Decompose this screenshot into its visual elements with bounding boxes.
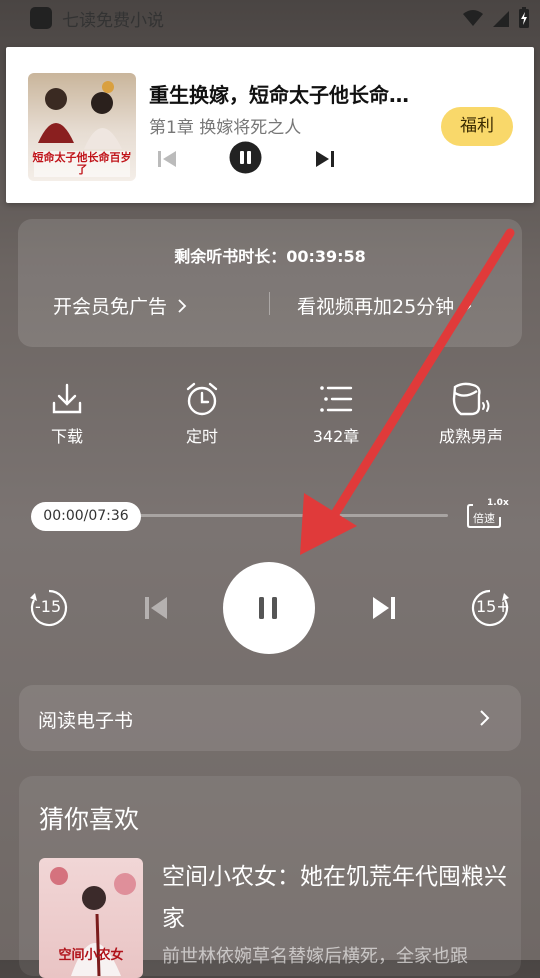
recommend-section: 猜你喜欢 空间小农女 空间小农女：她在饥荒年代囤粮兴家 前世林依婉草名替嫁后横死… bbox=[19, 776, 521, 978]
download-button[interactable]: 下载 bbox=[17, 381, 117, 447]
timer-button[interactable]: 定时 bbox=[152, 381, 252, 447]
listening-time-card: 剩余听书时长：00:39:58 开会员免广告 看视频再加25分钟 bbox=[18, 219, 522, 347]
rewind-label: -15 bbox=[35, 597, 62, 616]
tool-label: 下载 bbox=[50, 427, 83, 446]
tool-label: 成熟男声 bbox=[438, 427, 503, 446]
status-app-name: 七读免费小说 bbox=[62, 11, 164, 31]
chevron-right-icon bbox=[480, 710, 490, 726]
recommend-book-desc: 前世林依婉草名替嫁后横死，全家也跟 bbox=[162, 946, 468, 967]
read-ebook-row[interactable]: 阅读电子书 bbox=[19, 685, 521, 751]
previous-chapter-icon[interactable] bbox=[143, 595, 169, 621]
wifi-icon bbox=[463, 10, 483, 26]
rewind-15-button[interactable]: -15 bbox=[28, 587, 70, 629]
download-icon bbox=[52, 383, 82, 414]
recommend-title: 猜你喜欢 bbox=[39, 805, 140, 834]
watch-video-link[interactable]: 看视频再加25分钟 bbox=[297, 292, 472, 319]
next-chapter-icon[interactable] bbox=[371, 595, 397, 621]
forward-label: 15+ bbox=[476, 597, 510, 616]
rewind-seconds: 15 bbox=[40, 597, 62, 616]
mini-player[interactable]: 短命太子他长命百岁了 重生换嫁，短命太子他长命… 第1章 换嫁将死之人 福利 bbox=[6, 47, 534, 203]
vip-divider bbox=[269, 292, 270, 315]
mini-book-title: 重生换嫁，短命太子他长命… bbox=[149, 83, 409, 107]
mini-chapter: 第1章 换嫁将死之人 bbox=[149, 118, 302, 138]
voice-button[interactable]: 成熟男声 bbox=[421, 381, 521, 447]
voice-icon bbox=[452, 382, 490, 416]
read-ebook-label: 阅读电子书 bbox=[38, 710, 134, 732]
progress-bar[interactable] bbox=[90, 514, 448, 517]
vip-no-ads-link[interactable]: 开会员免广告 bbox=[53, 292, 187, 319]
play-pause-button[interactable] bbox=[223, 562, 315, 654]
vip-no-ads-label: 开会员免广告 bbox=[53, 296, 168, 318]
player-controls: -15 15+ bbox=[0, 560, 540, 654]
speed-button[interactable]: 1.0x 倍速 bbox=[466, 498, 509, 531]
recommend-book-cover[interactable]: 空间小农女 bbox=[39, 858, 143, 978]
cover-title: 短命太子他长命百岁了 bbox=[32, 151, 132, 176]
mini-pause-icon[interactable] bbox=[229, 141, 262, 174]
speed-label: 倍速 bbox=[473, 512, 495, 525]
tools-row: 下载 定时 342章 成熟男声 bbox=[0, 381, 540, 451]
pause-icon bbox=[259, 597, 277, 619]
welfare-button[interactable]: 福利 bbox=[441, 107, 513, 146]
tool-label: 定时 bbox=[185, 427, 218, 446]
mini-controls bbox=[149, 141, 349, 175]
chevron-right-icon bbox=[178, 299, 187, 313]
status-icons bbox=[462, 6, 530, 30]
chapters-button[interactable]: 342章 bbox=[286, 381, 386, 447]
chevron-right-icon bbox=[463, 299, 472, 313]
tool-label: 342章 bbox=[312, 427, 360, 446]
mini-prev-icon[interactable] bbox=[156, 148, 178, 170]
book-cover[interactable]: 短命太子他长命百岁了 bbox=[28, 73, 136, 181]
remaining-time: 剩余听书时长：00:39:58 bbox=[174, 247, 366, 266]
recommend-book-title[interactable]: 空间小农女：她在饥荒年代囤粮兴家 bbox=[162, 856, 507, 940]
mini-next-icon[interactable] bbox=[314, 148, 336, 170]
forward-15-button[interactable]: 15+ bbox=[469, 587, 511, 629]
speed-value: 1.0x bbox=[487, 498, 509, 508]
status-bar: 七读免费小说 bbox=[0, 0, 540, 36]
alarm-clock-icon bbox=[186, 382, 218, 416]
playback-time[interactable]: 00:00/07:36 bbox=[31, 502, 141, 531]
chapter-list-icon bbox=[320, 386, 353, 412]
app-icon bbox=[30, 7, 52, 29]
recommend-cover-title: 空间小农女 bbox=[58, 948, 124, 963]
watch-video-label: 看视频再加25分钟 bbox=[297, 296, 455, 318]
signal-icon bbox=[493, 11, 509, 27]
battery-icon bbox=[519, 7, 529, 28]
